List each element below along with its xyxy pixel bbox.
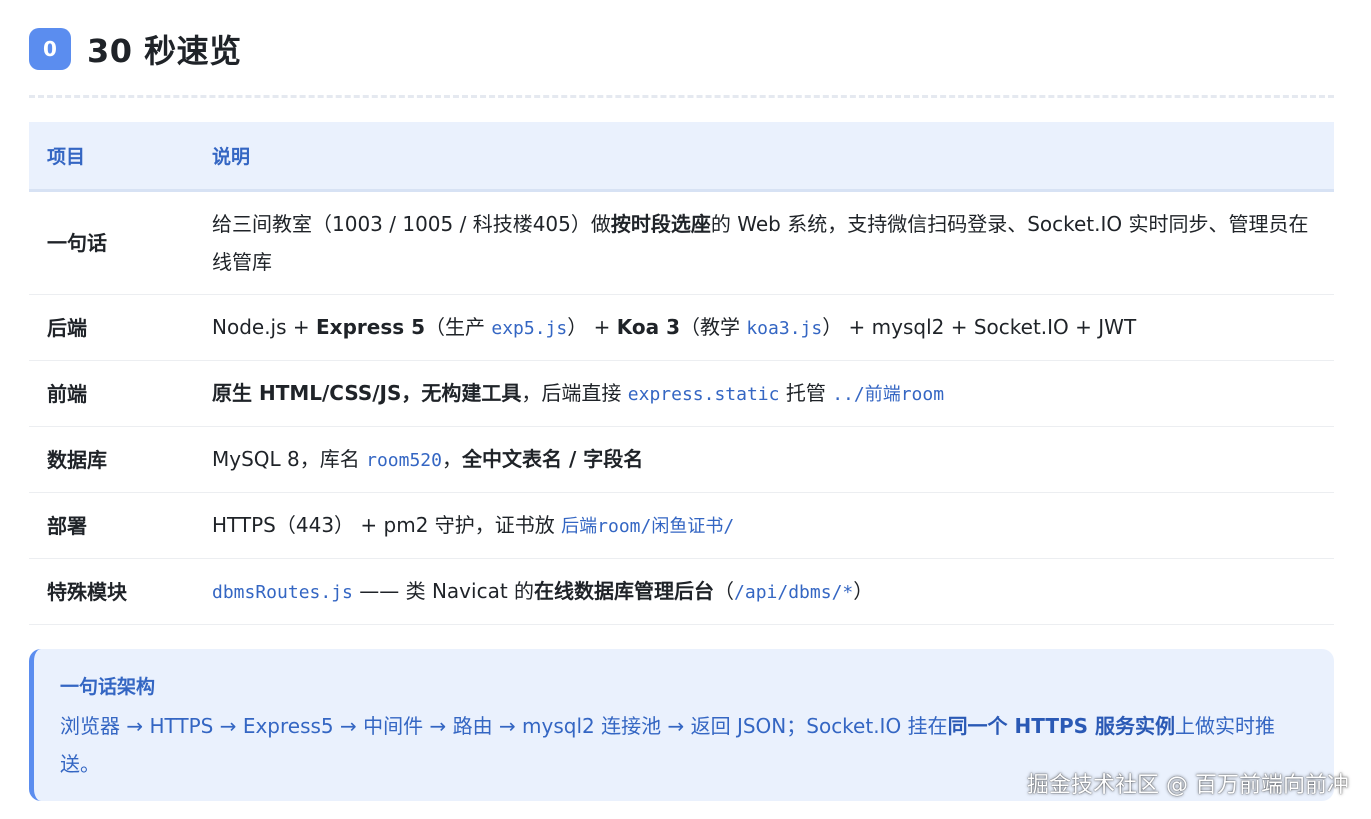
table-row: 特殊模块 dbmsRoutes.js —— 类 Navicat 的在线数据库管理… bbox=[29, 558, 1334, 625]
table-row: 数据库 MySQL 8，库名 room520，全中文表名 / 字段名 bbox=[29, 426, 1334, 493]
section-number-badge: 0 bbox=[29, 28, 71, 70]
inline-code: dbmsRoutes.js bbox=[212, 581, 353, 603]
inline-code: exp5.js bbox=[491, 317, 568, 339]
value-text: HTTPS（443） + pm2 守护，证书放 bbox=[212, 512, 562, 537]
row-value: dbmsRoutes.js —— 类 Navicat 的在线数据库管理后台（/a… bbox=[212, 558, 1334, 625]
value-text: 给三间教室（1003 / 1005 / 科技楼405）做 bbox=[212, 212, 611, 236]
table-row: 后端 Node.js + Express 5（生产 exp5.js） + Koa… bbox=[29, 294, 1334, 361]
value-text: ， bbox=[441, 446, 462, 471]
section-title: 30 秒速览 bbox=[87, 32, 242, 70]
value-text: （生产 bbox=[425, 314, 492, 339]
row-value: 给三间教室（1003 / 1005 / 科技楼405）做按时段选座的 Web 系… bbox=[212, 190, 1334, 295]
callout-bold: 同一个 HTTPS 服务实例 bbox=[947, 714, 1176, 738]
value-text: ） + mysql2 + Socket.IO + JWT bbox=[822, 314, 1137, 339]
value-bold: 在线数据库管理后台 bbox=[534, 578, 715, 603]
row-value: Node.js + Express 5（生产 exp5.js） + Koa 3（… bbox=[212, 294, 1334, 361]
row-value: 原生 HTML/CSS/JS，无构建工具，后端直接 express.static… bbox=[212, 360, 1334, 427]
value-bold: 按时段选座 bbox=[610, 212, 711, 236]
value-text: ） + bbox=[567, 314, 617, 339]
dashed-divider bbox=[29, 95, 1334, 98]
callout-text: 浏览器 → HTTPS → Express5 → 中间件 → 路由 → mysq… bbox=[60, 714, 948, 738]
value-text: MySQL 8，库名 bbox=[212, 446, 367, 471]
value-bold: 原生 HTML/CSS/JS，无构建工具 bbox=[212, 380, 522, 405]
table-row: 前端 原生 HTML/CSS/JS，无构建工具，后端直接 express.sta… bbox=[29, 360, 1334, 427]
value-text: ，后端直接 bbox=[521, 380, 628, 405]
row-value: MySQL 8，库名 room520，全中文表名 / 字段名 bbox=[212, 426, 1334, 493]
overview-table: 项目 说明 一句话 给三间教室（1003 / 1005 / 科技楼405）做按时… bbox=[29, 122, 1334, 625]
row-key: 数据库 bbox=[29, 426, 212, 493]
inline-code: koa3.js bbox=[746, 317, 823, 339]
row-key: 前端 bbox=[29, 360, 212, 427]
row-key: 特殊模块 bbox=[29, 558, 212, 625]
value-bold: Koa 3 bbox=[616, 314, 680, 339]
value-bold: 全中文表名 / 字段名 bbox=[461, 446, 644, 471]
value-text: ） bbox=[853, 578, 874, 603]
row-value: HTTPS（443） + pm2 守护，证书放 后端room/闲鱼证书/ bbox=[212, 492, 1334, 559]
row-key: 一句话 bbox=[29, 190, 212, 295]
inline-code: /api/dbms/* bbox=[734, 581, 854, 603]
value-text: （教学 bbox=[679, 314, 747, 339]
table-row: 部署 HTTPS（443） + pm2 守护，证书放 后端room/闲鱼证书/ bbox=[29, 492, 1334, 559]
section-header: 0 30 秒速览 bbox=[29, 26, 242, 72]
inline-code: 后端room/闲鱼证书/ bbox=[561, 515, 735, 537]
inline-code: ../前端room bbox=[832, 383, 945, 405]
value-text: Node.js + bbox=[212, 314, 317, 339]
row-key: 部署 bbox=[29, 492, 212, 559]
table-row: 一句话 给三间教室（1003 / 1005 / 科技楼405）做按时段选座的 W… bbox=[29, 190, 1334, 295]
watermark: 掘金技术社区 @ 百万前端向前冲 bbox=[1027, 773, 1349, 798]
value-text: （ bbox=[714, 578, 735, 603]
value-text: —— 类 Navicat 的 bbox=[352, 578, 535, 603]
inline-code: express.static bbox=[627, 383, 780, 405]
table-header-row: 项目 说明 bbox=[29, 122, 1334, 192]
inline-code: room520 bbox=[366, 449, 442, 471]
column-header-description: 说明 bbox=[212, 122, 1334, 192]
row-key: 后端 bbox=[29, 294, 212, 361]
callout-title: 一句话架构 bbox=[60, 676, 156, 698]
value-text: 托管 bbox=[779, 380, 833, 405]
column-header-item: 项目 bbox=[29, 122, 212, 192]
value-bold: Express 5 bbox=[316, 314, 426, 339]
